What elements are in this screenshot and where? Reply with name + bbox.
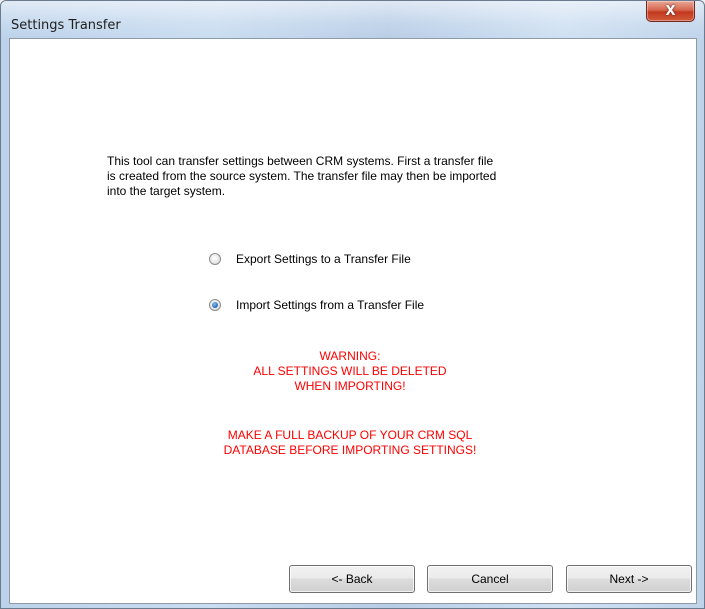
warning-delete-text: WARNING: ALL SETTINGS WILL BE DELETED WH… — [253, 349, 447, 393]
close-icon: X — [665, 3, 676, 19]
export-option[interactable]: Export Settings to a Transfer File — [209, 252, 411, 266]
warning-backup-text: MAKE A FULL BACKUP OF YOUR CRM SQL DATAB… — [223, 428, 477, 457]
settings-transfer-dialog: Settings Transfer X This tool can transf… — [0, 0, 705, 609]
close-button[interactable]: X — [646, 1, 695, 22]
description-text: This tool can transfer settings between … — [107, 154, 497, 198]
dialog-body: This tool can transfer settings between … — [9, 38, 697, 604]
next-button[interactable]: Next -> — [566, 565, 692, 593]
window-title: Settings Transfer — [11, 18, 121, 33]
title-bar[interactable]: Settings Transfer X — [1, 1, 704, 39]
import-option-label: Import Settings from a Transfer File — [236, 298, 425, 312]
back-button[interactable]: <- Back — [289, 565, 415, 593]
export-radio[interactable] — [209, 253, 221, 265]
cancel-button[interactable]: Cancel — [427, 565, 553, 593]
import-option[interactable]: Import Settings from a Transfer File — [209, 298, 424, 312]
export-option-label: Export Settings to a Transfer File — [236, 252, 411, 266]
import-radio[interactable] — [209, 299, 221, 311]
